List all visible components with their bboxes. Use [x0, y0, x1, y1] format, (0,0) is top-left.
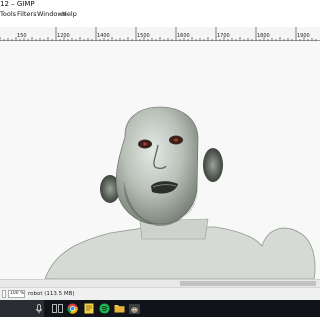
ruler-label: 1700	[217, 33, 230, 39]
notes-icon[interactable]	[82, 302, 96, 315]
menu-bar: Tools Filters Windows Help	[0, 9, 320, 20]
ruler-label: 1900	[297, 33, 310, 39]
spotify-icon[interactable]	[97, 302, 111, 315]
ruler-ticks	[0, 27, 317, 41]
ruler-label: 1400	[97, 33, 110, 39]
ruler-label: 1200	[57, 33, 70, 39]
unit-select[interactable]	[2, 290, 6, 298]
task-view-icon[interactable]	[50, 302, 64, 315]
taskbar	[0, 300, 320, 317]
scrollbar-thumb[interactable]	[180, 281, 316, 286]
menu-filters[interactable]: Filters	[17, 9, 36, 20]
window-title: 12 – GIMP	[0, 0, 35, 8]
gimp-icon[interactable]	[127, 302, 141, 315]
ruler-label: 150	[17, 33, 27, 39]
status-text: robot (113.5 MB)	[28, 291, 75, 297]
ruler-label: 1500	[137, 33, 150, 39]
status-bar: 100 % robot (113.5 MB)	[0, 287, 320, 300]
menu-tools[interactable]: Tools	[0, 9, 16, 20]
horizontal-scrollbar[interactable]	[0, 279, 320, 287]
menu-help[interactable]: Help	[62, 9, 77, 20]
explorer-icon[interactable]	[112, 302, 126, 315]
gimp-window: 12 – GIMP Tools Filters Windows Help 150…	[0, 0, 320, 317]
horizontal-ruler: 150 1200 1400 1500 1600 1700 1800 1900	[0, 27, 320, 41]
ruler-label: 1800	[257, 33, 270, 39]
robot-painting	[0, 41, 320, 279]
ruler-label: 1600	[177, 33, 190, 39]
mic-icon[interactable]	[32, 302, 46, 315]
chrome-icon[interactable]	[65, 302, 79, 315]
title-bar: 12 – GIMP	[0, 0, 320, 9]
zoom-select[interactable]: 100 %	[8, 290, 25, 298]
image-canvas[interactable]	[0, 41, 320, 279]
